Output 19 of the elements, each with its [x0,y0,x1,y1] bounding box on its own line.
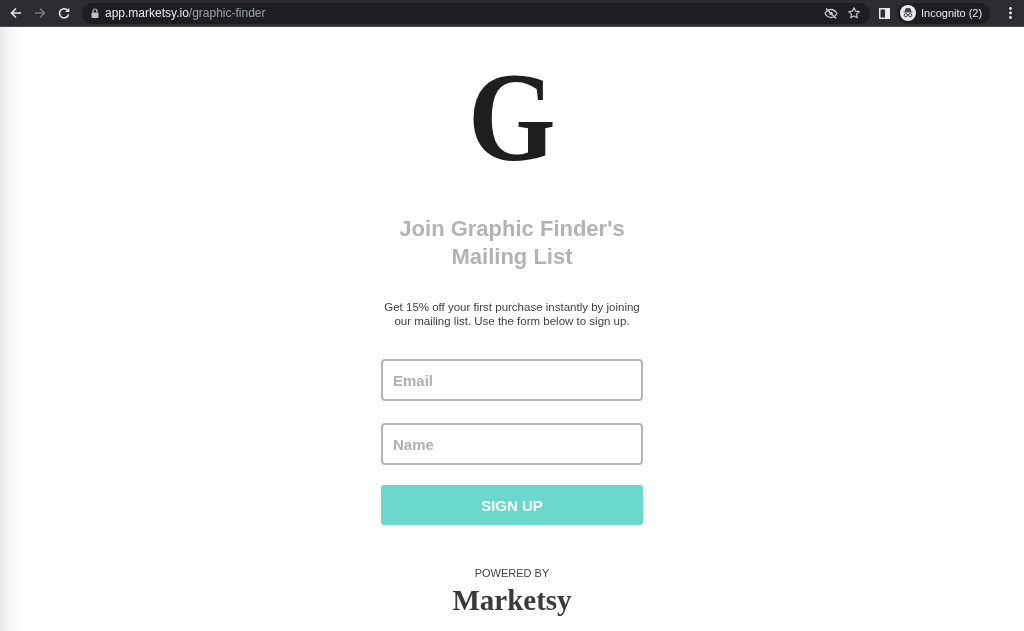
reload-icon [57,7,70,19]
arrow-left-icon [9,7,22,19]
input-field[interactable]: Email [381,359,643,401]
heading: Join Graphic Finder's Mailing List [398,215,626,271]
logo: G [468,67,556,167]
profile-button[interactable]: Incognito (2) [897,2,991,24]
side-panel-icon[interactable] [879,7,890,19]
address-bar[interactable]: app.marketsy.io/graphic-finder [82,2,870,24]
url-host: app.marketsy.io [105,6,189,20]
incognito-icon [900,5,916,21]
powered-by-label: POWERED BY [474,566,550,580]
lock-icon [91,8,99,18]
star-icon[interactable] [848,7,860,19]
url-path: /graphic-finder [188,6,266,20]
input-field[interactable]: Name [381,423,643,465]
eye-slash-icon[interactable] [824,7,838,19]
arrow-right-icon [33,7,46,19]
description: Get 15% off your first purchase instantly by joining our mailing list. Use the form below to sign up. [383,300,641,328]
brand-logo: Marketsy [452,584,572,616]
